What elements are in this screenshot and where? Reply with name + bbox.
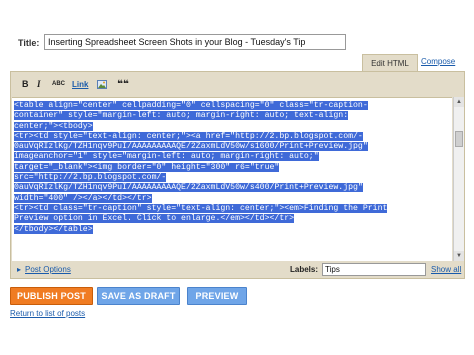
- image-icon[interactable]: [97, 80, 107, 89]
- scroll-down-icon[interactable]: ▼: [454, 251, 464, 261]
- tab-edit-html[interactable]: Edit HTML: [362, 54, 418, 72]
- save-as-draft-button[interactable]: SAVE AS DRAFT: [97, 287, 180, 305]
- spellcheck-button[interactable]: ABC: [52, 79, 65, 90]
- code-line: <tr><td class="tr-caption" style="text-a…: [14, 203, 388, 213]
- html-code-textarea[interactable]: <table align="center" cellpadding="0" ce…: [12, 97, 452, 262]
- code-line: target="_blank"><img border="0" height="…: [14, 162, 280, 172]
- link-button[interactable]: Link: [72, 79, 88, 90]
- code-line: Preview option in Excel. Click to enlarg…: [14, 214, 295, 224]
- code-line: imageanchor="1" style="margin-left: auto…: [14, 152, 319, 162]
- labels-input[interactable]: Tips: [322, 263, 426, 276]
- publish-post-button[interactable]: PUBLISH POST: [10, 287, 93, 305]
- code-line: <table align="center" cellpadding="0" ce…: [14, 101, 368, 110]
- editor-panel: B I ABC Link ❝❝ <table align="center" ce…: [10, 71, 465, 263]
- bold-button[interactable]: B: [22, 79, 29, 90]
- post-options-link[interactable]: ▸ Post Options: [17, 265, 71, 274]
- code-line: 0auVqRIzlKg/TZH1nqv9PuI/AAAAAAAAAQE/2Zax…: [14, 183, 363, 193]
- code-line: width="400" /></a></td></tr>: [14, 193, 152, 203]
- labels-label: Labels:: [290, 265, 319, 274]
- code-line: 0auVqRIzlKg/TZH1nqv9PuI/AAAAAAAAAQE/2Zax…: [14, 142, 368, 152]
- scroll-thumb[interactable]: [455, 131, 463, 147]
- scroll-up-icon[interactable]: ▲: [454, 97, 464, 107]
- title-label: Title:: [18, 38, 40, 48]
- options-bar: ▸ Post Options Labels: Tips Show all: [10, 261, 465, 279]
- code-line: <tr><td style="text-align: center;"><a h…: [14, 131, 363, 141]
- triangle-right-icon: ▸: [17, 265, 22, 274]
- code-line: center;"><tbody>: [14, 121, 93, 131]
- italic-button[interactable]: I: [37, 79, 41, 90]
- tab-compose[interactable]: Compose: [421, 57, 455, 66]
- editor-toolbar: B I ABC Link ❝❝: [11, 72, 464, 96]
- show-all-link[interactable]: Show all: [431, 265, 461, 274]
- blockquote-button[interactable]: ❝❝: [117, 79, 129, 90]
- editor-scrollbar[interactable]: ▲ ▼: [453, 97, 464, 261]
- preview-button[interactable]: PREVIEW: [187, 287, 247, 305]
- title-input[interactable]: Inserting Spreadsheet Screen Shots in yo…: [44, 34, 346, 50]
- code-line: src="http://2.bp.blogspot.com/-: [14, 173, 167, 183]
- code-line: </tbody></table>: [14, 224, 93, 234]
- code-line: container" style="margin-left: auto; mar…: [14, 111, 349, 121]
- return-to-posts-link[interactable]: Return to list of posts: [10, 309, 85, 318]
